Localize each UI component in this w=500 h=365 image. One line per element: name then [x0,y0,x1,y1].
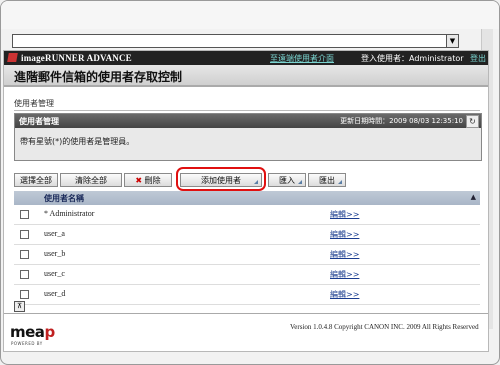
table-header: 使用者名稱 ▲ [14,191,480,205]
meap-logo: meap [10,323,55,341]
dropdown-corner-icon [298,180,302,184]
user-management-panel: 使用者管理 更新日期時間：2009 08/03 12:35:10 ↻ 帶有星號(… [14,113,482,161]
table-row: user_d 編輯>> [14,285,480,305]
address-dropdown[interactable]: ▼ [12,34,459,48]
table-row: user_a 編輯>> [14,225,480,245]
panel-header: 使用者管理 更新日期時間：2009 08/03 12:35:10 ↻ [15,114,481,128]
divider [4,313,488,314]
user-table: 使用者名稱 ▲ * Administrator 編輯>> user_a 編輯>>… [14,191,480,305]
panel-heading: 使用者管理 [19,117,59,126]
main-content: imageRUNNER ADVANCE 至遠端使用者介面 登入使用者：Admin… [3,50,489,352]
table-row: user_b 編輯>> [14,245,480,265]
delete-label: 刪除 [144,176,161,185]
column-header-username[interactable]: 使用者名稱 [44,193,84,204]
login-user: 登入使用者：Administrator [361,54,464,63]
updated-time: 更新日期時間：2009 08/03 12:35:10 [340,117,463,125]
table-row: user_c 編輯>> [14,265,480,285]
edit-link[interactable]: 編輯>> [330,289,359,300]
row-checkbox[interactable] [20,290,29,299]
user-name: user_a [44,229,65,238]
user-name: * Administrator [44,209,95,218]
app-header: imageRUNNER ADVANCE 至遠端使用者介面 登入使用者：Admin… [4,51,488,65]
admin-note: 帶有星號(*)的使用者是管理員。 [20,137,135,146]
export-label: 匯出 [319,176,335,185]
clear-all-button[interactable]: 清除全部 [60,173,122,187]
row-checkbox[interactable] [20,210,29,219]
page-title: 進階郵件信箱的使用者存取控制 [14,70,183,84]
row-checkbox[interactable] [20,250,29,259]
import-label: 匯入 [279,176,295,185]
copyright-text: Version 1.0.4.8 Copyright CANON INC. 200… [290,323,479,331]
sort-arrow-icon[interactable]: ▲ [471,193,476,201]
edit-link[interactable]: 編輯>> [330,249,359,260]
edit-link[interactable]: 編輯>> [330,229,359,240]
brand-name: imageRUNNER ADVANCE [21,53,132,63]
table-row: * Administrator 編輯>> [14,205,480,225]
browser-toolbar [1,1,499,29]
logout-link[interactable]: 登出 [470,53,486,64]
portal-link[interactable]: 至遠端使用者介面 [270,53,334,64]
user-name: user_d [44,289,66,298]
powered-by-text: POWERED BY [11,341,43,346]
highlight-box [176,167,266,191]
delete-icon: ✖ [135,176,143,185]
canon-logo-icon [7,53,18,62]
select-all-button[interactable]: 選擇全部 [14,173,58,187]
delete-button[interactable]: ✖ 刪除 [124,173,172,187]
edit-link[interactable]: 編輯>> [330,269,359,280]
browser-window: ▼ imageRUNNER ADVANCE 至遠端使用者介面 登入使用者：Adm… [0,0,500,365]
refresh-icon[interactable]: ↻ [466,115,479,128]
collapse-icon[interactable]: ⊼ [14,301,25,312]
export-button[interactable]: 匯出 [308,173,346,187]
import-button[interactable]: 匯入 [268,173,306,187]
breadcrumb: 使用者管理 [14,99,54,108]
page-title-bar: 進階郵件信箱的使用者存取控制 [4,65,488,87]
user-name: user_b [44,249,66,258]
row-checkbox[interactable] [20,270,29,279]
user-name: user_c [44,269,65,278]
dropdown-corner-icon [338,180,342,184]
row-checkbox[interactable] [20,230,29,239]
edit-link[interactable]: 編輯>> [330,209,359,220]
divider [14,110,480,111]
chevron-down-icon[interactable]: ▼ [446,34,459,48]
